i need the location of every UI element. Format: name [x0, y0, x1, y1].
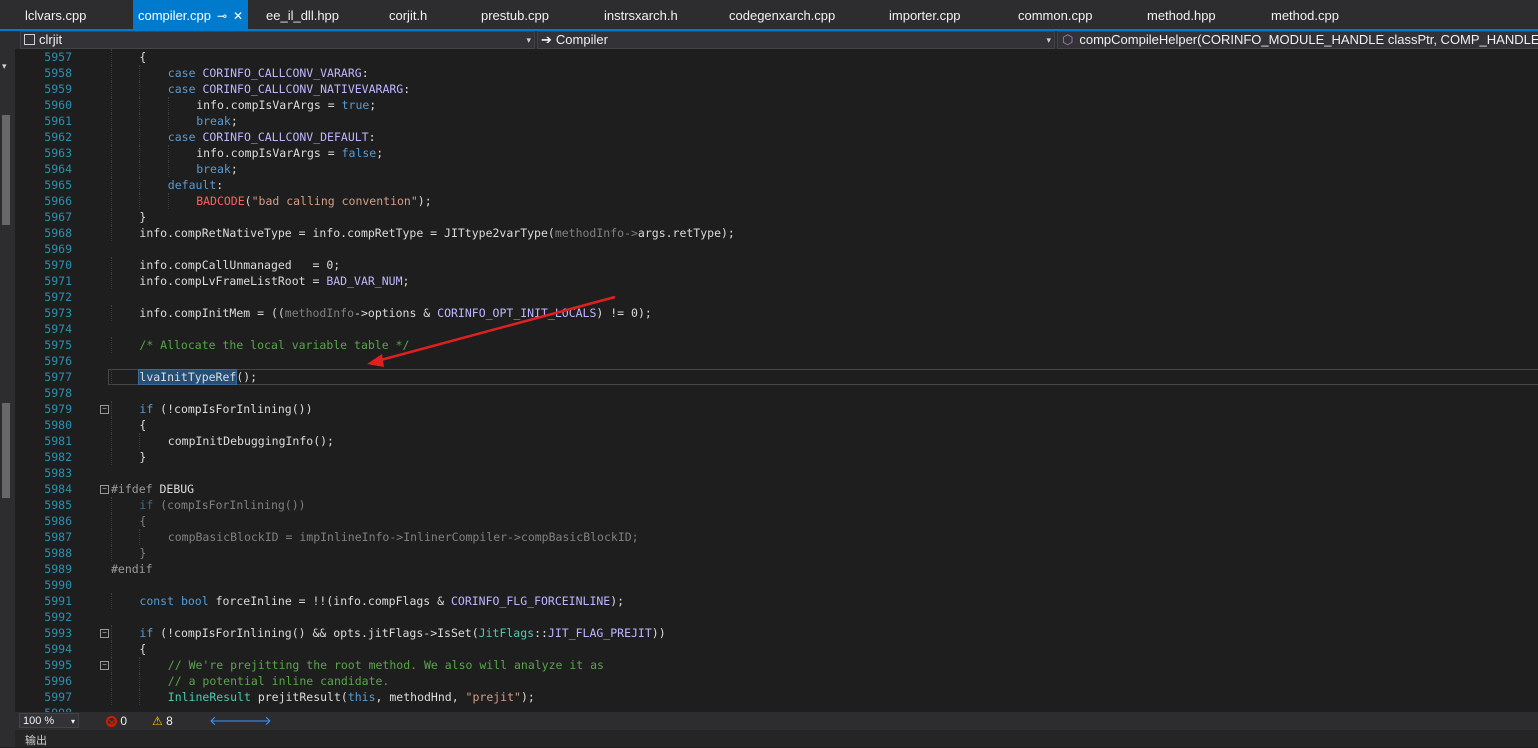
tab-ee-il-dll-hpp[interactable]: ee_il_dll.hpp — [266, 0, 339, 29]
tab-method-cpp[interactable]: method.cpp — [1271, 0, 1339, 29]
tab-label: method.cpp — [1271, 8, 1339, 23]
method-cube-icon: ⬡ — [1062, 32, 1074, 47]
project-name: clrjit — [39, 32, 63, 47]
tab-instrsxarch-h[interactable]: instrsxarch.h — [604, 0, 678, 29]
navigation-bar: clrjit ▾ ➔ Compiler ▾ ⬡ compCompileHelper(… — [15, 31, 1538, 49]
left-scrollbar-thumb-lower[interactable] — [2, 403, 10, 498]
project-dropdown[interactable]: clrjit ▾ — [20, 31, 535, 49]
close-icon[interactable]: ✕ — [233, 9, 243, 23]
class-dropdown[interactable]: ➔ Compiler ▾ — [537, 31, 1055, 49]
zoom-dropdown[interactable]: 100 % ▾ — [19, 713, 79, 728]
chevron-down-icon: ▾ — [70, 717, 75, 726]
error-count-value: 0 — [120, 714, 128, 728]
editor-status-bar: 100 % ▾ ✕ 0 ⚠ 8 🡐 🡒 — [15, 712, 1538, 730]
tab-label: importer.cpp — [889, 8, 961, 23]
chevron-down-icon: ▾ — [1046, 35, 1051, 45]
collapse-arrow-icon[interactable]: ▾ — [2, 61, 7, 72]
tab-label: corjit.h — [389, 8, 428, 23]
error-count[interactable]: ✕ 0 — [106, 713, 127, 729]
tab-method-hpp[interactable]: method.hpp — [1147, 0, 1216, 29]
tab-corjit-h[interactable]: corjit.h — [389, 0, 427, 29]
error-icon: ✕ — [106, 716, 117, 728]
tab-label: common.cpp — [1018, 8, 1093, 23]
pin-icon[interactable]: ⊸ — [217, 9, 227, 23]
member-dropdown[interactable]: ⬡ compCompileHelper(CORINFO_MODULE_HANDLE… — [1057, 31, 1538, 49]
left-side-strip: ▾ — [0, 31, 15, 747]
tab-compiler-cpp[interactable]: compiler.cpp ⊸ ✕ — [133, 0, 249, 29]
tab-label: codegenxarch.cpp — [729, 8, 836, 23]
tab-label: ee_il_dll.hpp — [266, 8, 340, 23]
warning-count-value: 8 — [166, 714, 173, 728]
tab-label: compiler.cpp — [138, 8, 211, 23]
tab-importer-cpp[interactable]: importer.cpp — [889, 0, 961, 29]
zoom-level: 100 % — [23, 715, 55, 727]
tab-label: lclvars.cpp — [25, 8, 87, 23]
member-name: compCompileHelper(CORINFO_MODULE_HANDLE … — [1079, 32, 1538, 47]
output-panel-strip: 输出 — [15, 730, 1538, 747]
tab-label: prestub.cpp — [481, 8, 549, 23]
warning-count[interactable]: ⚠ 8 — [152, 713, 173, 729]
tab-lclvars-cpp[interactable]: lclvars.cpp — [25, 0, 86, 29]
tab-common-cpp[interactable]: common.cpp — [1018, 0, 1092, 29]
project-icon — [24, 34, 35, 45]
arrow-right-icon[interactable]: 🡒 — [237, 713, 272, 729]
output-panel-label[interactable]: 输出 — [25, 732, 47, 748]
class-name: Compiler — [555, 32, 608, 47]
annotation-arrow-line — [376, 295, 616, 363]
tab-label: instrsxarch.h — [604, 8, 678, 23]
warning-icon: ⚠ — [152, 714, 163, 728]
code-editor[interactable]: 5957{5958 case CORINFO_CALLCONV_VARARG: 59… — [15, 49, 1538, 712]
left-scrollbar-thumb[interactable] — [2, 115, 10, 225]
tab-label: method.hpp — [1147, 8, 1216, 23]
class-arrow-icon: ➔ — [541, 32, 552, 47]
document-tab-bar: lclvars.cpp compiler.cpp ⊸ ✕ ee_il_dll.hpp co… — [0, 0, 1538, 29]
annotation-arrow-head — [367, 354, 384, 367]
annotation-layer — [367, 295, 616, 367]
tab-codegenxarch-cpp[interactable]: codegenxarch.cpp — [729, 0, 835, 29]
tab-prestub-cpp[interactable]: prestub.cpp — [481, 0, 549, 29]
chevron-down-icon: ▾ — [526, 35, 531, 45]
